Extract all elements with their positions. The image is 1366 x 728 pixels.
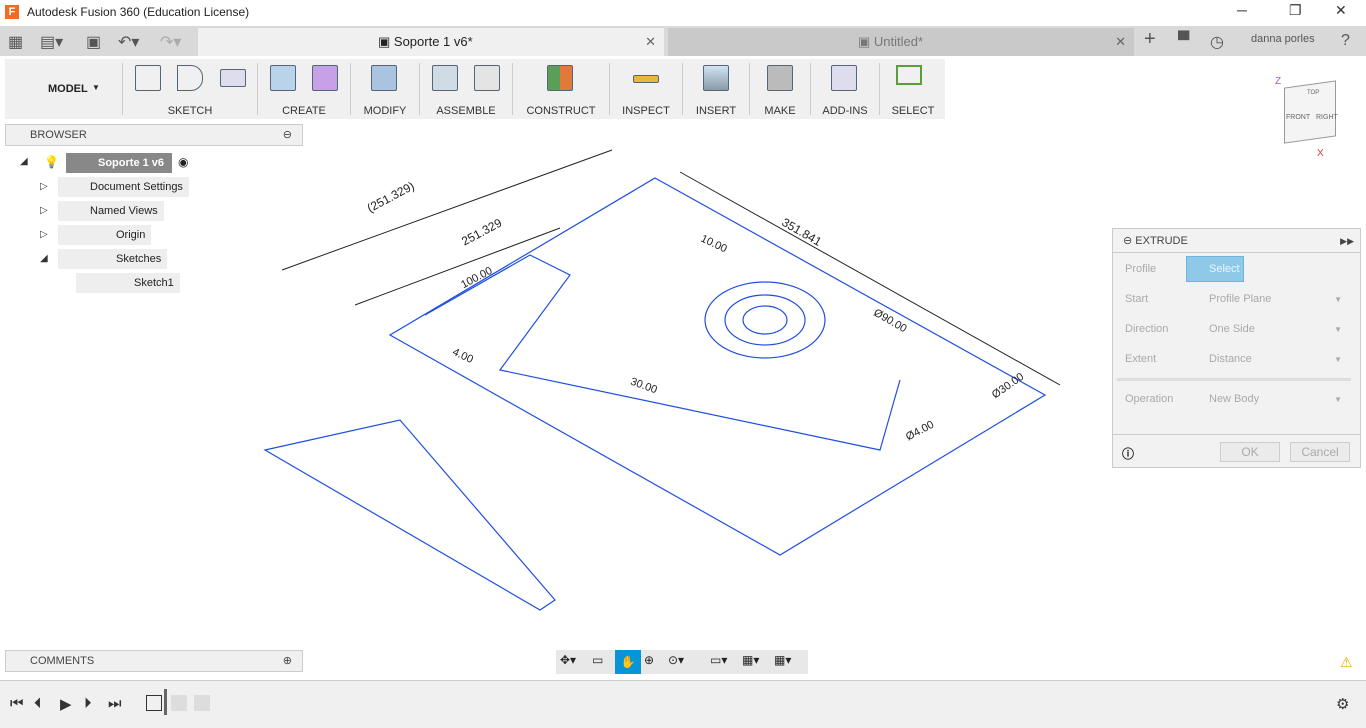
timeline-marker[interactable] [164,689,167,715]
direction-select[interactable]: One Side [1209,323,1255,335]
direction-label: Direction [1125,323,1169,335]
timeline-feature[interactable] [171,695,187,711]
comments-title: COMMENTS [30,655,95,667]
profile-select-button[interactable]: Select [1186,256,1244,282]
step-back-icon[interactable]: ⏴ [34,695,42,712]
collapse-icon[interactable]: ⊖ [1123,235,1135,247]
go-to-start-icon[interactable]: ⏮ [10,695,24,712]
pan-icon[interactable]: ✋ [615,650,641,674]
operation-select[interactable]: New Body [1209,393,1259,405]
fit-icon[interactable]: ⊙▾ [668,653,684,667]
comments-panel[interactable]: COMMENTS ⊕ [5,650,303,672]
timeline: ⏮ ⏴ ▶ ⏵ ⏭ ⚙ [0,680,1366,728]
orbit-icon[interactable]: ✥▾ [560,653,576,667]
expand-dialog-icon[interactable]: ▶▶ [1340,229,1354,253]
info-icon[interactable]: ⓘ [1122,445,1134,462]
dialog-title: EXTRUDE [1135,235,1188,247]
cancel-button[interactable]: Cancel [1290,442,1350,462]
go-to-end-icon[interactable]: ⏭ [108,695,122,712]
timeline-sketch-feature[interactable] [146,695,162,711]
zoom-icon[interactable]: ⊕ [644,653,654,667]
timeline-settings-icon[interactable]: ⚙ [1336,695,1349,713]
timeline-feature[interactable] [194,695,210,711]
extrude-dialog: ⊖ EXTRUDE ▶▶ Profile Select Start Profile… [1112,228,1361,468]
start-select[interactable]: Profile Plane [1209,293,1271,305]
look-at-icon[interactable]: ▭ [592,653,603,667]
step-forward-icon[interactable]: ⏵ [84,695,92,712]
extent-label: Extent [1125,353,1157,365]
warning-icon[interactable]: ⚠ [1340,654,1353,671]
sketch-triangle [263,419,556,611]
ok-button[interactable]: OK [1220,442,1280,462]
navigation-bar: ✥▾ ▭ ✋ ⊕ ⊙▾ ▭▾ ▦▾ ▦▾ [556,650,808,674]
display-settings-icon[interactable]: ▭▾ [710,653,727,667]
profile-label: Profile [1125,263,1157,275]
sketch-circle [704,281,826,359]
play-icon[interactable]: ▶ [60,695,72,713]
start-label: Start [1125,293,1149,305]
viewports-icon[interactable]: ▦▾ [774,653,791,667]
operation-label: Operation [1125,393,1174,405]
add-comment-icon[interactable]: ⊕ [283,651,292,671]
extent-select[interactable]: Distance [1209,353,1252,365]
grid-icon[interactable]: ▦▾ [742,653,759,667]
